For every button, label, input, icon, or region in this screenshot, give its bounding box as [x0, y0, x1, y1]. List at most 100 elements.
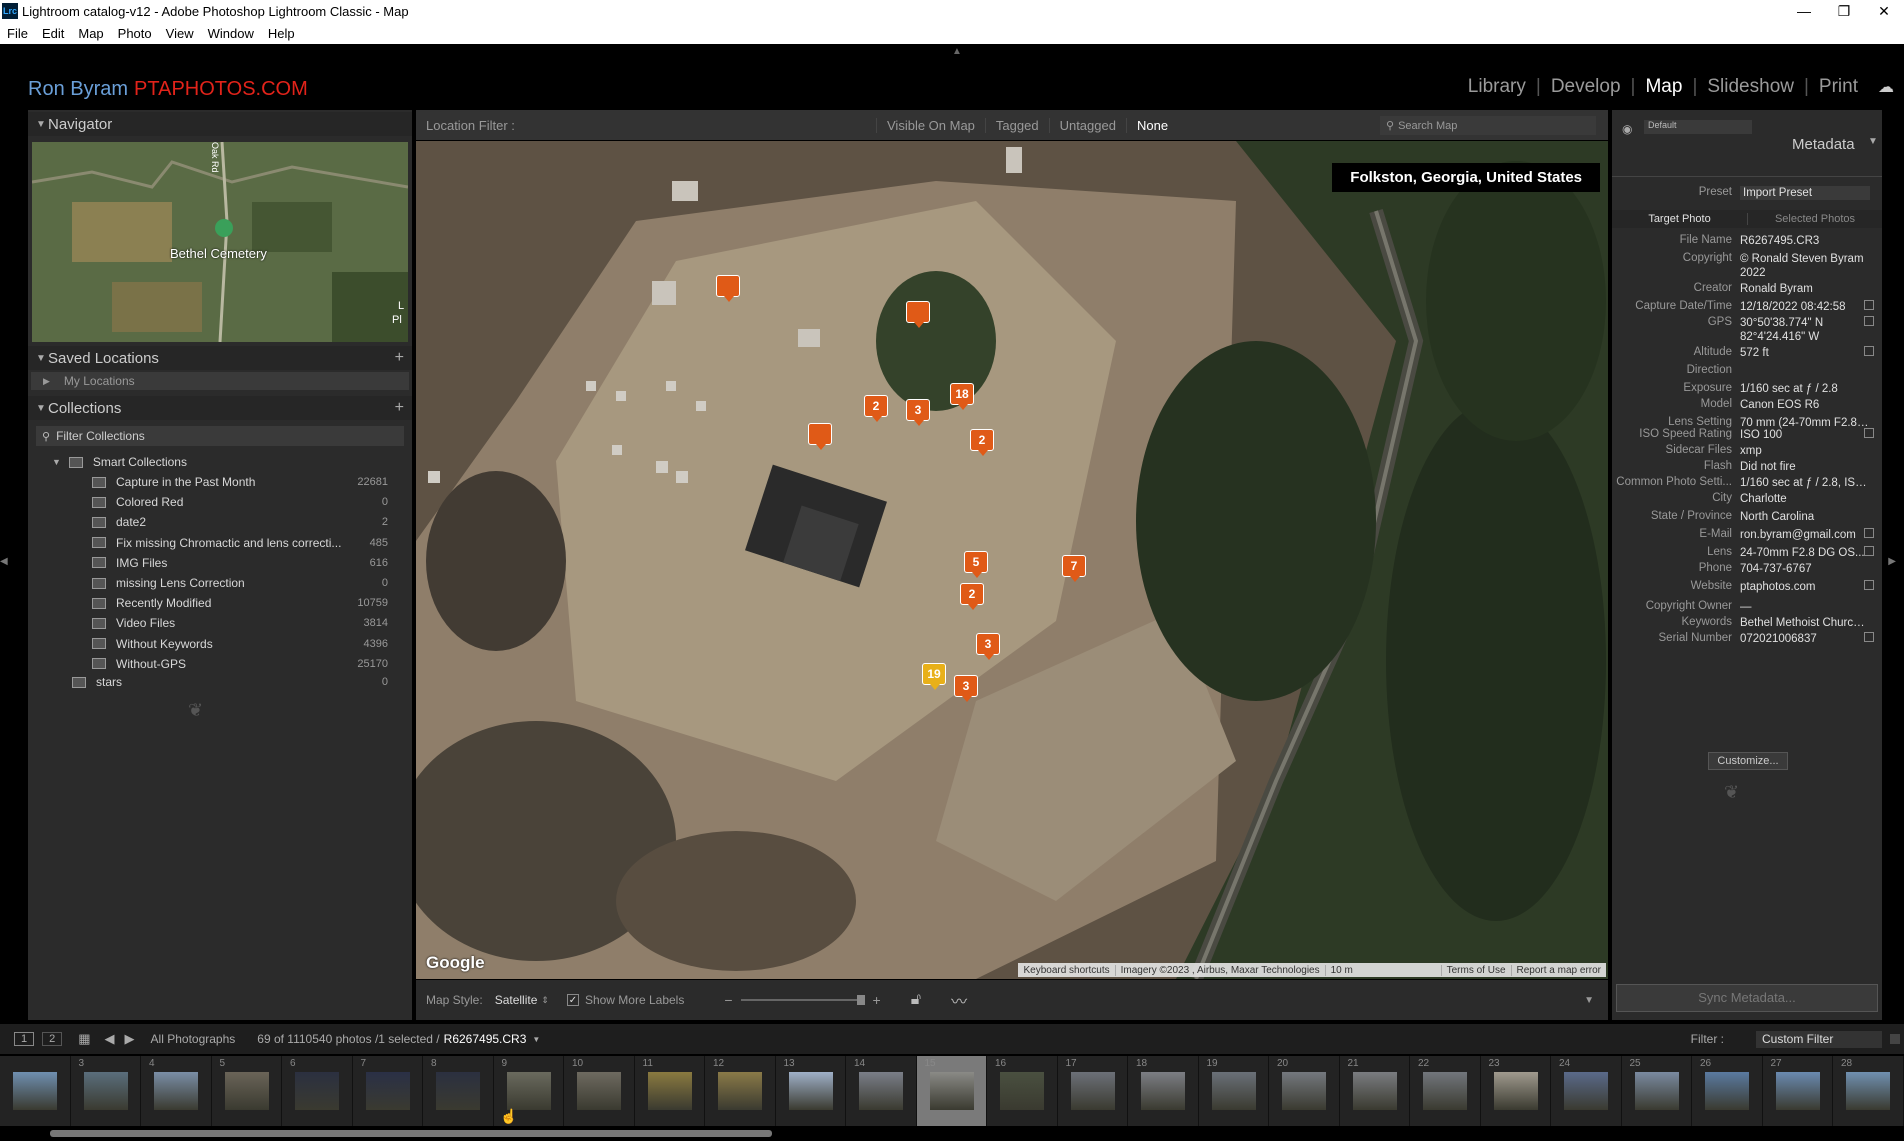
metadata-value[interactable]: Canon EOS R6	[1740, 398, 1870, 412]
metadata-value[interactable]: Bethel Methoist Church, F...	[1740, 616, 1870, 630]
photo-thumbnail[interactable]	[1564, 1072, 1608, 1110]
metadata-value[interactable]: 30°50'38.774" N	[1740, 316, 1870, 330]
main-window-button[interactable]: 1	[14, 1032, 35, 1046]
filmstrip-frame[interactable]: 24	[1551, 1056, 1622, 1126]
module-print[interactable]: Print	[1809, 76, 1868, 98]
filter-visible-on-map[interactable]: Visible On Map	[876, 117, 985, 133]
menu-file[interactable]: File	[0, 26, 35, 41]
smart-collection[interactable]: Capture in the Past Month 22681	[28, 472, 412, 492]
satellite-map[interactable]: 2 3 18 2 5 7 2 3 19 3 Folkston, Georgia,…	[416, 141, 1608, 979]
left-panel-toggle-icon[interactable]: ◀	[0, 556, 8, 567]
back-arrow-icon[interactable]: ◀	[105, 1031, 115, 1047]
metadata-value[interactable]: ron.byram@gmail.com	[1740, 528, 1870, 542]
dropdown-arrow-icon[interactable]: ▼	[532, 1035, 540, 1044]
metadata-value[interactable]: ptaphotos.com	[1740, 580, 1870, 594]
smart-collection[interactable]: Video Files 3814	[28, 613, 412, 633]
keyboard-shortcuts-link[interactable]: Keyboard shortcuts	[1018, 965, 1114, 976]
photo-thumbnail[interactable]	[929, 1072, 974, 1110]
photo-thumbnail[interactable]	[1846, 1072, 1890, 1110]
photo-thumbnail[interactable]	[1211, 1072, 1256, 1110]
photo-thumbnail[interactable]	[365, 1072, 410, 1110]
field-action-icon[interactable]	[1864, 528, 1874, 538]
photo-thumbnail[interactable]	[859, 1072, 903, 1110]
filmstrip-frame[interactable]: 22	[1410, 1056, 1481, 1126]
filmstrip-frame[interactable]: 20	[1269, 1056, 1340, 1126]
filmstrip-frame[interactable]: 26	[1692, 1056, 1763, 1126]
photo-thumbnail[interactable]	[13, 1072, 57, 1110]
photo-thumbnail[interactable]	[154, 1072, 198, 1110]
metadata-value[interactable]: Did not fire	[1740, 460, 1870, 474]
photo-thumbnail[interactable]	[506, 1072, 551, 1110]
map-pin[interactable]: 3	[976, 633, 1000, 660]
show-more-labels-checkbox[interactable]: ✓	[566, 994, 579, 1006]
photo-thumbnail[interactable]	[788, 1072, 833, 1110]
photo-thumbnail[interactable]	[1705, 1072, 1749, 1110]
photo-thumbnail[interactable]	[83, 1072, 128, 1110]
field-action-icon[interactable]	[1864, 300, 1874, 310]
metadata-value[interactable]: 572 ft	[1740, 346, 1870, 360]
photo-thumbnail[interactable]	[1493, 1072, 1538, 1110]
photo-thumbnail[interactable]	[647, 1072, 692, 1110]
module-slideshow[interactable]: Slideshow	[1697, 76, 1804, 98]
top-panel-toggle-icon[interactable]: ▲	[952, 46, 962, 57]
smart-collection[interactable]: missing Lens Correction 0	[28, 573, 412, 593]
filmstrip-frame[interactable]: 23	[1480, 1056, 1551, 1126]
filmstrip-frame[interactable]: 10	[564, 1056, 635, 1126]
grid-view-icon[interactable]: ▦	[78, 1031, 90, 1047]
toolbar-menu-arrow-icon[interactable]: ▼	[1584, 995, 1594, 1006]
filmstrip-frame[interactable]	[0, 1056, 71, 1126]
map-pin[interactable]: 5	[964, 551, 988, 578]
map-style-select[interactable]: Satellite	[495, 993, 538, 1007]
map-pin[interactable]: 3	[954, 675, 978, 702]
filmstrip-frame[interactable]: 12	[705, 1056, 776, 1126]
map-pin[interactable]: 7	[1062, 555, 1086, 582]
filter-select[interactable]: Custom Filter	[1756, 1030, 1882, 1048]
photo-thumbnail[interactable]	[224, 1072, 269, 1110]
smart-collection[interactable]: Fix missing Chromactic and lens correcti…	[28, 533, 412, 553]
my-locations-folder[interactable]: ▶ My Locations	[31, 372, 409, 390]
photo-thumbnail[interactable]	[1282, 1072, 1326, 1110]
field-action-icon[interactable]	[1864, 546, 1874, 556]
customize-button[interactable]: Customize...	[1708, 752, 1788, 770]
smart-collection[interactable]: Recently Modified 10759	[28, 593, 412, 613]
tab-target-photo[interactable]: Target Photo	[1612, 213, 1747, 225]
filter-tagged[interactable]: Tagged	[984, 117, 1049, 133]
smart-collection[interactable]: Without Keywords 4396	[28, 634, 412, 654]
photo-thumbnail[interactable]	[1775, 1072, 1820, 1110]
filmstrip-frame[interactable]: 11	[634, 1056, 705, 1126]
smart-collection[interactable]: Colored Red 0	[28, 492, 412, 512]
tab-selected-photos[interactable]: Selected Photos	[1747, 213, 1882, 225]
selected-filename[interactable]: R6267495.CR3	[444, 1032, 527, 1046]
collections-header[interactable]: ▼ Collections +	[28, 396, 412, 420]
filmstrip-frame[interactable]: 27	[1762, 1056, 1833, 1126]
menu-view[interactable]: View	[159, 26, 201, 41]
stars-collection[interactable]: stars 0	[28, 672, 412, 692]
module-library[interactable]: Library	[1458, 76, 1536, 98]
metadata-value[interactable]: xmp	[1740, 444, 1870, 458]
menu-edit[interactable]: Edit	[35, 26, 71, 41]
filmstrip-frame[interactable]: 7	[352, 1056, 423, 1126]
menu-help[interactable]: Help	[261, 26, 302, 41]
navigator-map[interactable]: Bethel Cemetery Oak Rd L Pl	[32, 142, 408, 342]
field-action-icon[interactable]	[1864, 632, 1874, 642]
smart-collection[interactable]: date2 2	[28, 512, 412, 532]
photo-thumbnail[interactable]	[1352, 1072, 1397, 1110]
source-label[interactable]: All Photographs	[151, 1032, 236, 1046]
filmstrip-frame[interactable]: 14	[846, 1056, 917, 1126]
map-pin[interactable]	[906, 301, 930, 328]
right-panel-toggle-icon[interactable]: ▶	[1888, 556, 1896, 567]
metadata-value[interactable]: North Carolina	[1740, 510, 1870, 524]
metadata-value[interactable]: 1/160 sec at ƒ / 2.8	[1740, 382, 1870, 396]
restore-icon[interactable]: ❐	[1824, 0, 1864, 22]
zoom-out-icon[interactable]: −	[724, 992, 732, 1008]
zoom-slider-thumb[interactable]	[856, 995, 865, 1005]
photo-thumbnail[interactable]	[1070, 1072, 1115, 1110]
filmstrip-frame[interactable]: 8	[423, 1056, 494, 1126]
filter-none[interactable]: None	[1125, 117, 1178, 133]
smart-collection[interactable]: IMG Files 616	[28, 553, 412, 573]
tracklog-icon[interactable]: 〰	[951, 988, 967, 1012]
filmstrip-frame[interactable]: 18	[1128, 1056, 1199, 1126]
preset-select[interactable]: Import Preset	[1740, 186, 1870, 200]
secondary-window-button[interactable]: 2	[42, 1032, 63, 1046]
filmstrip-frame-selected[interactable]: 15	[916, 1056, 987, 1126]
